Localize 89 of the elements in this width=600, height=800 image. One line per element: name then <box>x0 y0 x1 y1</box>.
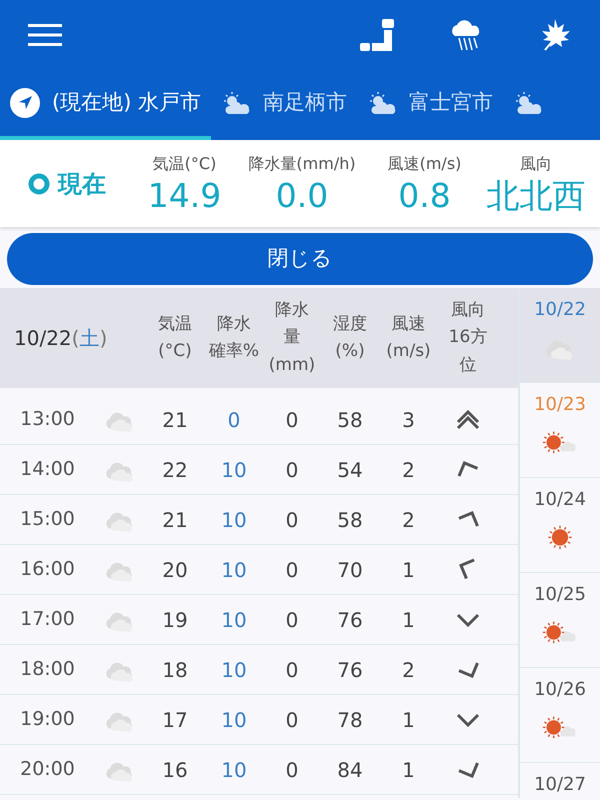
table-cell-text: 21 <box>161 506 189 534</box>
double-chevron-icon <box>456 410 480 430</box>
time-cell-text: 17:00 <box>19 607 76 632</box>
partly-cloudy-icon <box>221 91 252 115</box>
location-icon <box>10 88 40 118</box>
table-cell-text: 58 <box>336 406 364 434</box>
reading-heading: 降水量(mm/h) <box>248 152 356 175</box>
table-cell-text: 0 <box>226 406 242 434</box>
reading-value: 14.9 <box>148 176 222 216</box>
day-date: 10/24 <box>534 488 586 512</box>
table-cell-text: 20 <box>161 556 189 584</box>
table-cell-text: 58 <box>336 506 364 534</box>
tab[interactable]: 南足柄市 <box>211 70 358 140</box>
chevron-icon <box>456 760 480 778</box>
time-cell-text: 19:00 <box>19 707 76 732</box>
table-cell-text: 21 <box>161 406 189 434</box>
close-button[interactable]: 閉じる <box>7 233 593 285</box>
table-cell-text: 0 <box>284 556 300 584</box>
table-cell-text: 84 <box>336 756 364 784</box>
reading-value: 0.0 <box>276 176 328 216</box>
table-cell-text: 2 <box>401 506 416 534</box>
table-cell-text: 10 <box>220 606 248 634</box>
table-cell-text: 10 <box>220 706 248 734</box>
reading-heading: 風速(m/s) <box>388 152 462 175</box>
date-heading: 10/22(土) <box>13 325 108 352</box>
table-cell-text: 76 <box>336 656 364 684</box>
column-heading: 気温 (°C) <box>157 312 193 363</box>
chevron-icon <box>456 612 480 626</box>
table-cell-text: 0 <box>284 406 300 434</box>
chevron-icon <box>456 460 480 478</box>
column-heading: 降水 確率% <box>208 312 260 363</box>
time-cell-text: 18:00 <box>19 657 76 682</box>
table-cell-text: 1 <box>401 556 416 584</box>
reading-value: 北北西 <box>486 176 586 216</box>
table-cell-text: 78 <box>336 706 364 734</box>
time-cell-text: 20:00 <box>19 757 76 782</box>
column-heading: 風速 (m/s) <box>385 312 432 363</box>
table-cell-text: 10 <box>220 556 248 584</box>
column-heading: 湿度 (%) <box>332 312 368 363</box>
tab[interactable]: 富士宮市 <box>357 70 504 140</box>
partly-cloudy-icon <box>367 91 398 115</box>
table-cell-text: 19 <box>161 606 189 634</box>
radio-icon <box>28 172 50 194</box>
table-cell-text: 1 <box>401 756 416 784</box>
chevron-icon <box>456 660 480 678</box>
table-cell-text: 0 <box>284 456 300 484</box>
table-cell-text: 10 <box>220 756 248 784</box>
day-date: 10/23 <box>534 393 586 417</box>
table-cell-text: 18 <box>161 656 189 684</box>
day-date: 10/25 <box>534 583 586 607</box>
table-cell-text: 0 <box>284 756 300 784</box>
table-cell-text: 10 <box>220 506 248 534</box>
table-cell-text: 2 <box>401 456 416 484</box>
menu-icon[interactable] <box>28 23 62 47</box>
table-cell-text: 10 <box>220 456 248 484</box>
current-label: 現在 <box>58 168 106 200</box>
time-cell-text: 14:00 <box>19 457 76 482</box>
table-cell-text: 54 <box>336 456 364 484</box>
time-cell-text: 15:00 <box>19 507 76 532</box>
table-cell-text: 1 <box>401 706 416 734</box>
day-date: 10/26 <box>534 678 586 702</box>
table-cell-text: 3 <box>401 406 416 434</box>
table-cell-text: 17 <box>161 706 189 734</box>
map-icon[interactable] <box>360 19 394 51</box>
table-cell-text: 70 <box>336 556 364 584</box>
table-cell-text: 1 <box>401 606 416 634</box>
day-tab[interactable]: 10/22 <box>520 288 600 383</box>
table-cell-text: 0 <box>284 506 300 534</box>
table-cell-text: 22 <box>161 456 189 484</box>
table-cell-text: 0 <box>284 706 300 734</box>
column-heading: 風向 16方 位 <box>448 299 488 377</box>
table-cell-text: 76 <box>336 606 364 634</box>
partly-cloudy-icon <box>513 91 544 115</box>
chevron-icon <box>456 510 480 528</box>
day-date: 10/27 <box>534 773 586 797</box>
table-cell-text: 0 <box>284 656 300 684</box>
day-date: 10/22 <box>534 298 586 322</box>
table-cell-text: 2 <box>401 656 416 684</box>
table-cell-text: 0 <box>284 606 300 634</box>
table-cell-text: 10 <box>220 656 248 684</box>
table-cell-text: 16 <box>161 756 189 784</box>
time-cell-text: 13:00 <box>19 407 76 432</box>
column-heading: 降水 量 (mm) <box>268 299 316 377</box>
chevron-icon <box>459 558 477 581</box>
reading-heading: 気温(°C) <box>152 152 216 175</box>
chevron-icon <box>456 712 480 726</box>
time-cell-text: 16:00 <box>19 557 76 582</box>
reading-value: 0.8 <box>398 176 451 216</box>
reading-heading: 風向 <box>520 152 552 175</box>
